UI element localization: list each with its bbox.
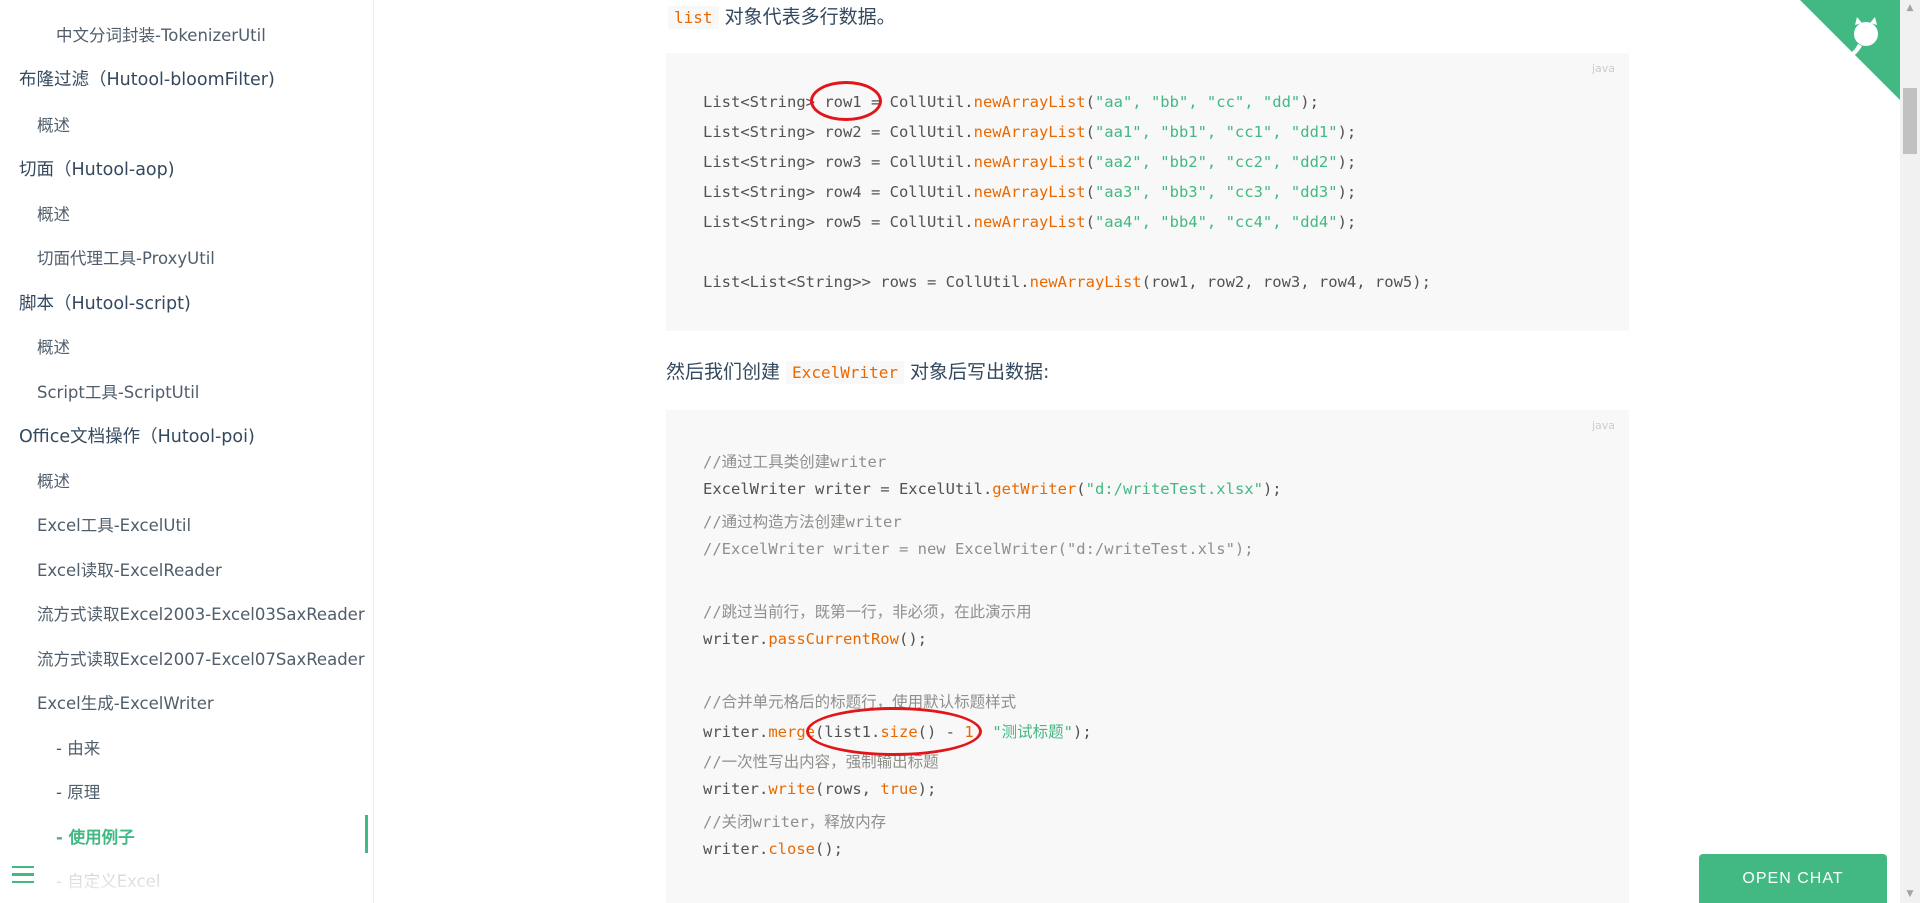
scrollbar-thumb[interactable]: [1903, 88, 1917, 154]
sidebar-item-tokenizer-util[interactable]: 中文分词封装-TokenizerUtil: [56, 22, 266, 46]
code-line: List<List<String>> rows = CollUtil.newAr…: [703, 273, 1431, 291]
scroll-down-arrow-icon[interactable]: ▼: [1900, 886, 1920, 903]
code-line: ExcelWriter writer = ExcelUtil.getWriter…: [703, 480, 1282, 498]
code-line: writer.passCurrentRow();: [703, 630, 927, 648]
hamburger-icon[interactable]: [12, 866, 34, 884]
code-comment: //跳过当前行，既第一行，非必须，在此演示用: [703, 603, 1032, 621]
code-comment: //通过工具类创建writer: [703, 453, 887, 471]
sidebar-item-bloomfilter-overview[interactable]: 概述: [37, 112, 70, 136]
code-comment: //通过构造方法创建writer: [703, 513, 902, 531]
sidebar-item-principle[interactable]: - 原理: [56, 779, 100, 803]
code-line: List<String> row3 = CollUtil.newArrayLis…: [703, 153, 1357, 171]
sidebar-item-custom-excel[interactable]: - 自定义Excel: [56, 868, 160, 892]
paragraph-text: 对象代表多行数据。: [718, 6, 896, 28]
github-octocat-icon[interactable]: [1800, 0, 1900, 100]
inline-code-excelwriter: ExcelWriter: [786, 361, 905, 384]
code-line: List<String> row2 = CollUtil.newArrayLis…: [703, 123, 1357, 141]
sidebar-item-proxy-util[interactable]: 切面代理工具-ProxyUtil: [37, 245, 215, 269]
sidebar-item-bloomfilter[interactable]: 布隆过滤（Hutool-bloomFilter): [19, 66, 275, 91]
inline-code-list: list: [668, 6, 719, 29]
sidebar-item-aop-overview[interactable]: 概述: [37, 201, 70, 225]
sidebar-item-excel07-sax-reader[interactable]: 流方式读取Excel2007-Excel07SaxReader: [37, 646, 365, 670]
sidebar-item-usage-example[interactable]: - 使用例子: [56, 824, 135, 848]
open-chat-button[interactable]: OPEN CHAT: [1699, 854, 1887, 903]
code-comment: //一次性写出内容，强制输出标题: [703, 753, 939, 771]
code-block-writer: java //通过工具类创建writer ExcelWriter writer …: [666, 410, 1629, 903]
sidebar-item-script-overview[interactable]: 概述: [37, 334, 70, 358]
main-content: list 对象代表多行数据。 java List<String> row1 = …: [374, 0, 1900, 903]
scrollbar[interactable]: ▲ ▼: [1900, 0, 1920, 903]
sidebar-item-excel-reader[interactable]: Excel读取-ExcelReader: [37, 557, 222, 581]
sidebar-item-excel-util[interactable]: Excel工具-ExcelUtil: [37, 512, 191, 536]
code-block-rows: java List<String> row1 = CollUtil.newArr…: [666, 53, 1629, 331]
code-line: writer.merge(list1.size() - 1, "测试标题");: [703, 723, 1092, 741]
code-line: writer.close();: [703, 840, 843, 858]
sidebar-item-excel03-sax-reader[interactable]: 流方式读取Excel2003-Excel03SaxReader: [37, 601, 365, 625]
paragraph-list-rows: list 对象代表多行数据。: [668, 2, 896, 29]
sidebar-item-origin[interactable]: - 由来: [56, 735, 100, 759]
sidebar-item-aop[interactable]: 切面（Hutool-aop): [19, 156, 175, 181]
code-line: List<String> row4 = CollUtil.newArrayLis…: [703, 183, 1357, 201]
sidebar: 中文分词封装-TokenizerUtil 布隆过滤（Hutool-bloomFi…: [0, 0, 374, 903]
code-lang-label: java: [1591, 419, 1615, 432]
scroll-up-arrow-icon[interactable]: ▲: [1900, 0, 1920, 17]
sidebar-item-script-util[interactable]: Script工具-ScriptUtil: [37, 379, 199, 403]
active-indicator: [365, 815, 368, 853]
sidebar-item-poi[interactable]: Office文档操作（Hutool-poi): [19, 423, 255, 448]
code-comment: //ExcelWriter writer = new ExcelWriter("…: [703, 540, 1254, 558]
sidebar-item-poi-overview[interactable]: 概述: [37, 468, 70, 492]
sidebar-item-excel-writer[interactable]: Excel生成-ExcelWriter: [37, 690, 214, 714]
code-comment: //关闭writer，释放内存: [703, 813, 887, 831]
code-line: List<String> row5 = CollUtil.newArrayLis…: [703, 213, 1357, 231]
sidebar-item-script[interactable]: 脚本（Hutool-script): [19, 290, 191, 315]
paragraph-create-writer: 然后我们创建 ExcelWriter 对象后写出数据:: [666, 361, 1050, 384]
code-line: writer.write(rows, true);: [703, 780, 937, 798]
code-lang-label: java: [1591, 62, 1615, 75]
code-line: List<String> row1 = CollUtil.newArrayLis…: [703, 93, 1319, 111]
code-comment: //合并单元格后的标题行，使用默认标题样式: [703, 693, 1017, 711]
